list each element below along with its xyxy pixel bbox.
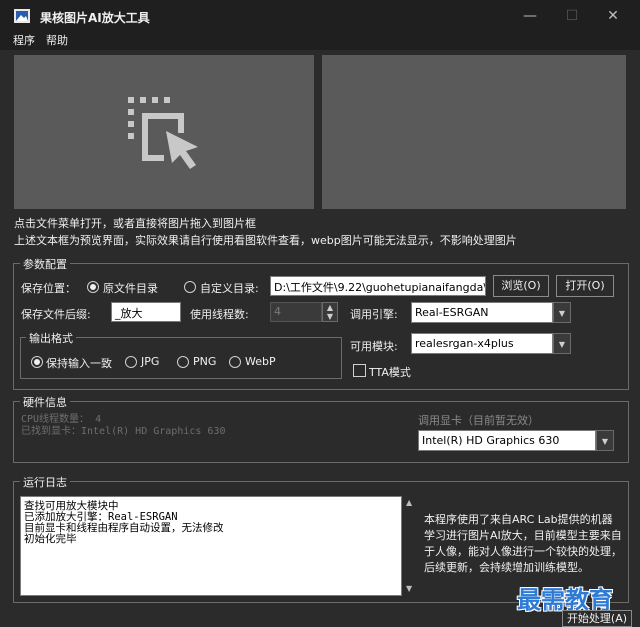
open-button[interactable]: 打开(O) bbox=[556, 275, 614, 297]
browse-button[interactable]: 浏览(O) bbox=[493, 275, 549, 297]
chevron-down-icon[interactable]: ▼ bbox=[553, 333, 571, 354]
menu-program[interactable]: 程序 bbox=[13, 32, 35, 48]
engine-select[interactable]: Real-ESRGAN bbox=[411, 302, 553, 323]
format-keep-label[interactable]: 保持输入一致 bbox=[46, 355, 112, 371]
preview-original[interactable] bbox=[14, 55, 314, 209]
log-legend: 运行日志 bbox=[20, 474, 70, 490]
minimize-icon[interactable]: — bbox=[507, 0, 553, 32]
tta-label[interactable]: TTA模式 bbox=[369, 364, 411, 380]
threads-spinner[interactable]: ▲ ▼ bbox=[322, 302, 338, 322]
suffix-label: 保存文件后缀: bbox=[21, 308, 91, 321]
preview-processed[interactable] bbox=[322, 55, 626, 209]
gpu-label: 调用显卡（目前暂无效） bbox=[418, 414, 539, 427]
maximize-icon[interactable]: ☐ bbox=[549, 0, 595, 32]
threads-label: 使用线程数: bbox=[190, 308, 249, 321]
log-scrollbar[interactable]: ▲ ▼ bbox=[402, 496, 418, 596]
close-icon[interactable]: ✕ bbox=[590, 0, 636, 32]
gpu-found-text: 已找到显卡：Intel(R) HD Graphics 630 bbox=[21, 426, 226, 437]
format-png-label[interactable]: PNG bbox=[193, 355, 216, 368]
drag-drop-icon bbox=[128, 97, 198, 169]
log-line: 初始化完毕 bbox=[24, 533, 77, 545]
params-legend: 参数配置 bbox=[20, 256, 70, 272]
radio-custom-dir[interactable] bbox=[184, 281, 196, 293]
menu-bar bbox=[0, 32, 640, 50]
window-title: 果核图片AI放大工具 bbox=[40, 11, 150, 25]
hint-line-2: 上述文本框为预览界面，实际效果请自行使用看图软件查看，webp图片可能无法显示，… bbox=[14, 234, 517, 247]
scroll-down-icon[interactable]: ▼ bbox=[406, 584, 412, 593]
path-input[interactable]: D:\工作文件\9.22\guohetupianaifangda\ bbox=[270, 276, 486, 296]
module-label: 可用模块: bbox=[350, 340, 398, 353]
suffix-input[interactable]: _放大 bbox=[111, 302, 181, 322]
about-line-1: 本程序使用了来自ARC Lab提供的机器 bbox=[424, 513, 613, 526]
chevron-down-icon[interactable]: ▼ bbox=[553, 302, 571, 323]
about-line-4: 后续更新，会持续增加训练模型。 bbox=[424, 561, 589, 574]
gpu-select[interactable]: Intel(R) HD Graphics 630 bbox=[418, 430, 596, 451]
app-icon bbox=[14, 9, 30, 23]
hint-line-1: 点击文件菜单打开，或者直接将图片拖入到图片框 bbox=[14, 217, 256, 230]
radio-format-webp[interactable] bbox=[229, 356, 241, 368]
radio-format-png[interactable] bbox=[177, 356, 189, 368]
radio-custom-label[interactable]: 自定义目录: bbox=[200, 280, 259, 296]
chevron-down-icon[interactable]: ▼ bbox=[596, 430, 614, 451]
log-textarea[interactable]: 查找可用放大模块中 已添加放大引擎：Real-ESRGAN 目前显卡和线程由程序… bbox=[20, 496, 402, 596]
format-legend: 输出格式 bbox=[26, 330, 76, 346]
radio-original-label[interactable]: 原文件目录 bbox=[103, 280, 158, 296]
tta-checkbox[interactable] bbox=[353, 364, 366, 377]
start-button[interactable]: 开始处理(A) bbox=[562, 610, 632, 627]
engine-label: 调用引擎: bbox=[350, 308, 398, 321]
format-webp-label[interactable]: WebP bbox=[245, 355, 276, 368]
radio-original-dir[interactable] bbox=[87, 281, 99, 293]
format-jpg-label[interactable]: JPG bbox=[141, 355, 159, 368]
about-line-3: 于人像，能对人像进行一个较快的处理， bbox=[424, 545, 622, 558]
radio-format-jpg[interactable] bbox=[125, 356, 137, 368]
about-line-2: 学习进行图片AI放大，目前模型主要来自 bbox=[424, 529, 622, 542]
threads-input[interactable]: 4 bbox=[270, 302, 322, 322]
module-select[interactable]: realesrgan-x4plus bbox=[411, 333, 553, 354]
scroll-up-icon[interactable]: ▲ bbox=[406, 498, 412, 507]
hardware-legend: 硬件信息 bbox=[20, 394, 70, 410]
menu-help[interactable]: 帮助 bbox=[46, 32, 68, 48]
radio-format-keep[interactable] bbox=[31, 356, 43, 368]
save-location-label: 保存位置： bbox=[21, 282, 76, 295]
